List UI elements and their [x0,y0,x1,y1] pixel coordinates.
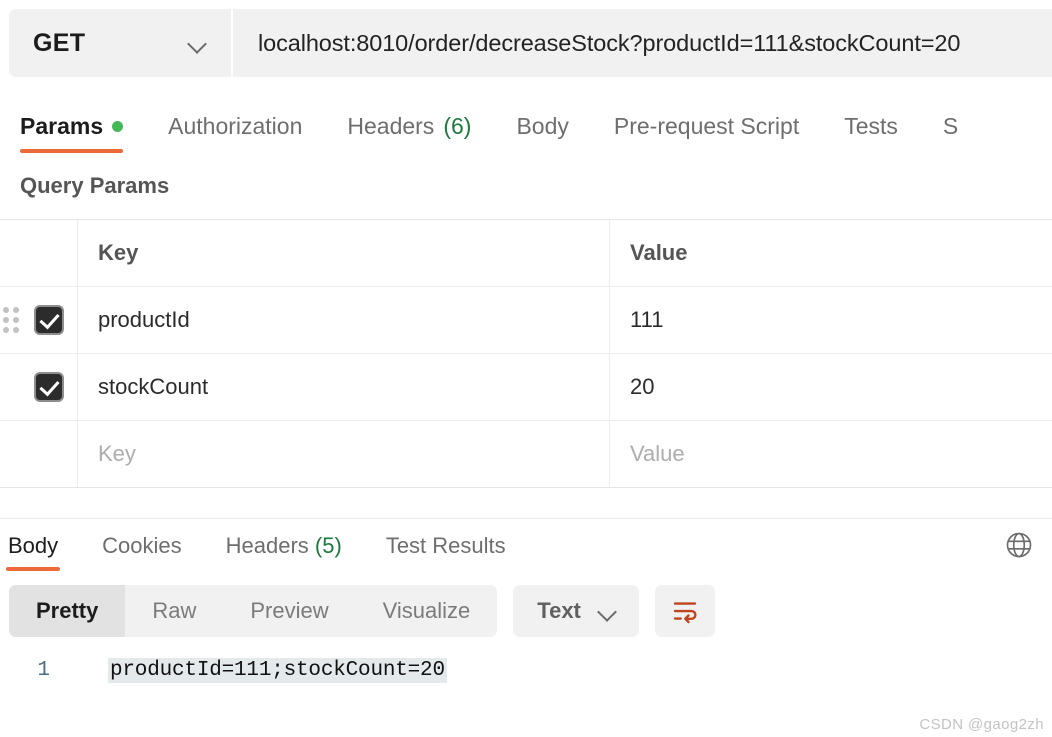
row-key-cell[interactable]: productId [78,287,610,353]
view-mode-pretty-label: Pretty [36,598,99,623]
pane-splitter[interactable] [0,488,1052,519]
row-key-cell[interactable]: Key [78,421,610,487]
tab-authorization-label: Authorization [168,113,303,139]
row-value-value: 111 [630,307,664,332]
column-header-key: Key [98,240,139,265]
tab-headers[interactable]: Headers (6) [347,113,471,153]
url-input[interactable]: localhost:8010/order/decreaseStock?produ… [231,9,1052,77]
chevron-down-icon[interactable] [597,605,619,617]
response-tab-test-results-label: Test Results [385,533,506,558]
row-key-value: stockCount [98,374,209,399]
view-mode-visualize-label: Visualize [382,598,471,623]
response-tab-headers[interactable]: Headers (5) [222,533,346,571]
tab-settings-label: S [942,113,959,139]
response-body-viewer[interactable]: 1 productId=111;stockCount=20 [0,637,1052,683]
view-mode-raw[interactable]: Raw [125,585,223,637]
tab-tests[interactable]: Tests [844,113,898,153]
active-tab-underline [20,149,124,153]
row-value-cell[interactable]: 20 [610,354,1052,420]
table-row[interactable]: stockCount 20 [0,354,1052,421]
request-tab-bar: Params Authorization Headers (6) Body Pr… [0,95,1052,153]
view-mode-visualize[interactable]: Visualize [356,585,498,637]
view-mode-pretty[interactable]: Pretty [9,585,126,637]
table-row-empty[interactable]: Key Value [0,421,1052,487]
line-number: 1 [37,659,50,682]
tab-authorization[interactable]: Authorization [168,113,302,153]
response-view-mode-group: Pretty Raw Preview Visualize [9,585,498,637]
response-tab-cookies-label: Cookies [102,533,182,558]
view-mode-preview-label: Preview [250,598,329,623]
view-mode-preview[interactable]: Preview [223,585,355,637]
row-value-placeholder: Value [630,441,685,466]
query-params-title: Query Params [20,173,170,198]
row-value-value: 20 [630,374,655,399]
row-enable-checkbox[interactable] [34,305,64,335]
response-tab-body[interactable]: Body [4,533,62,571]
word-wrap-button[interactable] [654,585,715,637]
tab-headers-label: Headers [347,113,435,139]
column-header-value: Value [630,240,688,265]
tab-params[interactable]: Params [20,113,124,153]
tab-body[interactable]: Body [516,113,568,153]
row-key-cell[interactable]: stockCount [78,354,610,420]
row-checkbox-cell [0,354,78,420]
table-row[interactable]: productId 111 [0,287,1052,354]
tab-headers-count: (6) [443,113,472,139]
http-method-dropdown[interactable]: GET [9,9,231,77]
response-tab-bar: Body Cookies Headers (5) Test Results [0,519,1052,571]
response-body-line: productId=111;stockCount=20 [58,658,447,683]
drag-handle-icon[interactable] [3,307,19,333]
word-wrap-icon [673,602,697,624]
header-value-cell: Value [610,220,1052,286]
tab-settings[interactable]: S [943,113,958,153]
row-key-placeholder: Key [98,441,136,466]
row-enable-checkbox[interactable] [34,372,64,402]
response-format-dropdown[interactable]: Text [513,585,639,637]
unsaved-dot-icon [112,121,124,132]
table-header-row: Key Value [0,220,1052,287]
row-checkbox-cell [0,421,78,487]
tab-params-label: Params [20,113,104,139]
response-tab-cookies[interactable]: Cookies [98,533,185,571]
row-value-cell[interactable]: Value [610,421,1052,487]
watermark: CSDN @gaog2zh [919,716,1044,733]
tab-tests-label: Tests [844,113,898,139]
http-method-label: GET [33,28,86,57]
response-tab-body-label: Body [8,533,59,558]
tab-pre-request-script[interactable]: Pre-request Script [614,113,799,153]
row-checkbox-cell [0,287,78,353]
header-checkbox-cell [0,220,78,286]
tab-pre-request-script-label: Pre-request Script [613,113,800,139]
row-value-cell[interactable]: 111 [610,287,1052,353]
response-format-label: Text [537,598,581,623]
tab-body-label: Body [516,113,569,139]
response-body-text: productId=111;stockCount=20 [108,658,447,683]
chevron-down-icon[interactable] [187,37,209,49]
query-params-table: Key Value productId 111 stockCount 20 Ke… [0,219,1052,488]
url-value: localhost:8010/order/decreaseStock?produ… [258,29,961,56]
active-response-tab-underline [6,567,61,571]
view-mode-raw-label: Raw [152,598,197,623]
response-tab-headers-count: (5) [314,533,342,558]
row-key-value: productId [98,307,190,332]
header-key-cell: Key [78,220,610,286]
response-tab-test-results[interactable]: Test Results [382,533,510,571]
response-view-toolbar: Pretty Raw Preview Visualize Text [0,571,1052,637]
globe-icon[interactable] [1004,530,1034,571]
response-tab-headers-label: Headers [225,533,309,558]
request-url-bar: GET localhost:8010/order/decreaseStock?p… [0,9,1052,77]
